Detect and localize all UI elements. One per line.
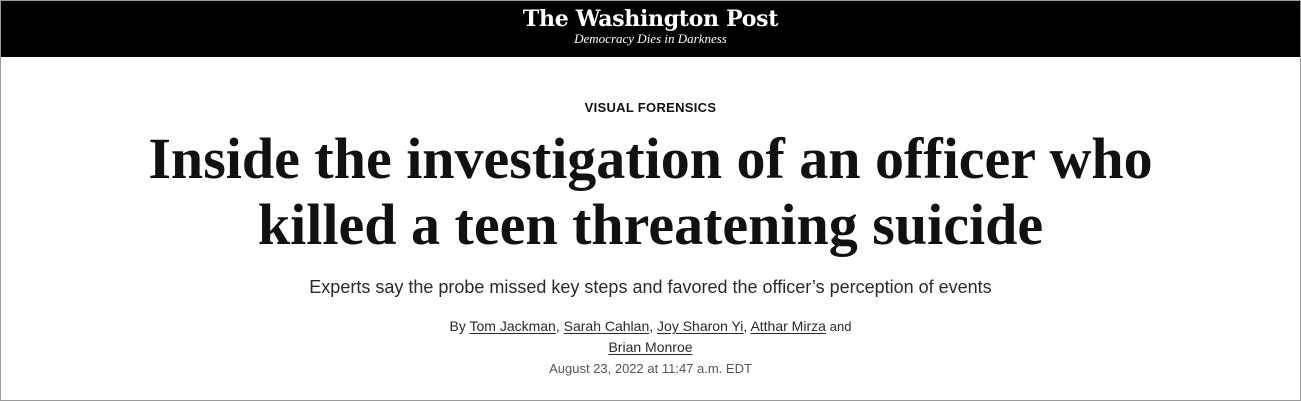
article-header: VISUAL FORENSICS Inside the investigatio…: [0, 57, 1301, 377]
byline-conjunction: and: [829, 319, 852, 334]
masthead-tagline: Democracy Dies in Darkness: [574, 31, 727, 46]
author-link-tom-jackman[interactable]: Tom Jackman: [469, 318, 555, 334]
article-dek: Experts say the probe missed key steps a…: [309, 277, 992, 297]
byline-prefix: By: [449, 318, 466, 334]
byline-separator: ,: [649, 318, 654, 334]
author-link-brian-monroe[interactable]: Brian Monroe: [608, 339, 692, 355]
author-link-atthar-mirza[interactable]: Atthar Mirza: [750, 318, 825, 334]
publish-date: August 23, 2022 at 11:47 a.m. EDT: [549, 361, 752, 376]
byline-separator: ,: [743, 318, 748, 334]
author-link-joy-sharon-yi[interactable]: Joy Sharon Yi: [657, 318, 743, 334]
masthead: The Washington Post Democracy Dies in Da…: [1, 1, 1300, 57]
washington-post-logo[interactable]: The Washington Post: [1, 6, 1300, 32]
headline: Inside the investigation of an officer w…: [101, 126, 1201, 258]
section-kicker[interactable]: VISUAL FORENSICS: [0, 100, 1301, 116]
headline-line-2: killed a teen threatening suicide: [257, 192, 1044, 257]
byline: By Tom Jackman, Sarah Cahlan, Joy Sharon…: [0, 316, 1301, 358]
headline-line-1: Inside the investigation of an officer w…: [148, 126, 1153, 191]
author-link-sarah-cahlan[interactable]: Sarah Cahlan: [564, 318, 650, 334]
byline-separator: ,: [555, 318, 560, 334]
